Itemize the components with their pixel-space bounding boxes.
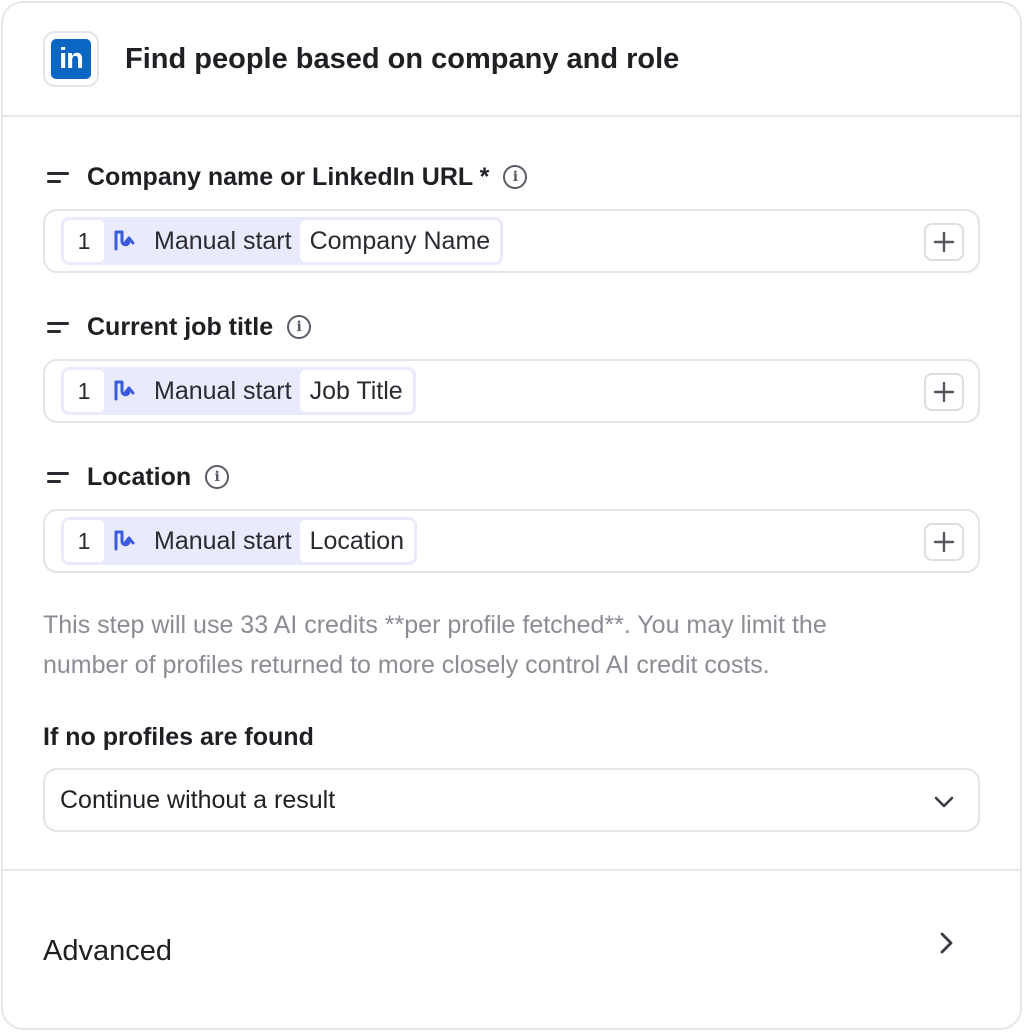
token-source-label: Manual start — [154, 226, 292, 255]
page-title: Find people based on company and role — [125, 42, 680, 75]
location-input[interactable]: 1 Manual start Location — [43, 509, 980, 573]
info-icon[interactable]: i — [503, 165, 528, 189]
no-profiles-select[interactable]: Continue without a result — [43, 768, 980, 832]
add-variable-button[interactable] — [924, 373, 964, 411]
app-icon-frame: in — [43, 31, 99, 87]
add-variable-button[interactable] — [924, 523, 964, 561]
advanced-section-toggle[interactable]: Advanced — [3, 869, 1020, 1028]
token-step-number: 1 — [64, 370, 104, 412]
panel-header: in Find people based on company and role — [3, 3, 1020, 117]
token-source-label: Manual start — [154, 376, 292, 405]
flow-trigger-icon — [104, 370, 146, 412]
company-field-label-text: Company name or LinkedIn URL * — [87, 162, 490, 191]
credit-usage-note: This step will use 33 AI credits **per p… — [43, 605, 980, 685]
variable-token[interactable]: 1 Manual start Company Name — [61, 217, 504, 265]
linkedin-icon: in — [51, 39, 91, 79]
panel-body: Company name or LinkedIn URL * i 1 Manua… — [3, 157, 1020, 832]
flow-trigger-icon — [104, 220, 146, 262]
token-source-label: Manual start — [154, 526, 292, 555]
add-variable-button[interactable] — [924, 223, 964, 261]
no-profiles-selected-value: Continue without a result — [60, 785, 336, 814]
advanced-label: Advanced — [43, 934, 172, 967]
credit-usage-note-line: This step will use 33 AI credits **per p… — [43, 611, 827, 639]
location-field-label-text: Location — [87, 462, 192, 491]
job-title-field-label: Current job title i — [43, 307, 980, 347]
location-field-label: Location i — [43, 457, 980, 497]
token-field-label: Company Name — [299, 220, 501, 262]
token-step-number: 1 — [64, 520, 104, 562]
plus-icon — [933, 531, 955, 553]
info-icon[interactable]: i — [287, 315, 312, 339]
flow-trigger-icon — [104, 520, 146, 562]
variable-token[interactable]: 1 Manual start Job Title — [61, 367, 416, 415]
variable-token[interactable]: 1 Manual start Location — [61, 517, 418, 565]
plus-icon — [933, 381, 955, 403]
drag-handle-icon[interactable] — [47, 471, 71, 483]
step-config-panel: in Find people based on company and role… — [1, 1, 1022, 1030]
company-field-label: Company name or LinkedIn URL * i — [43, 157, 980, 197]
info-icon[interactable]: i — [205, 465, 230, 489]
token-field-label: Job Title — [299, 370, 413, 412]
no-profiles-label: If no profiles are found — [43, 723, 314, 751]
drag-handle-icon[interactable] — [47, 321, 71, 333]
drag-handle-icon[interactable] — [47, 171, 71, 183]
chevron-right-icon — [940, 932, 953, 954]
job-title-field-label-text: Current job title — [87, 312, 274, 341]
chevron-down-icon — [934, 796, 954, 808]
token-field-label: Location — [299, 520, 415, 562]
company-input[interactable]: 1 Manual start Company Name — [43, 209, 980, 273]
plus-icon — [933, 231, 955, 253]
credit-usage-note-line: number of profiles returned to more clos… — [43, 651, 770, 679]
job-title-input[interactable]: 1 Manual start Job Title — [43, 359, 980, 423]
token-step-number: 1 — [64, 220, 104, 262]
